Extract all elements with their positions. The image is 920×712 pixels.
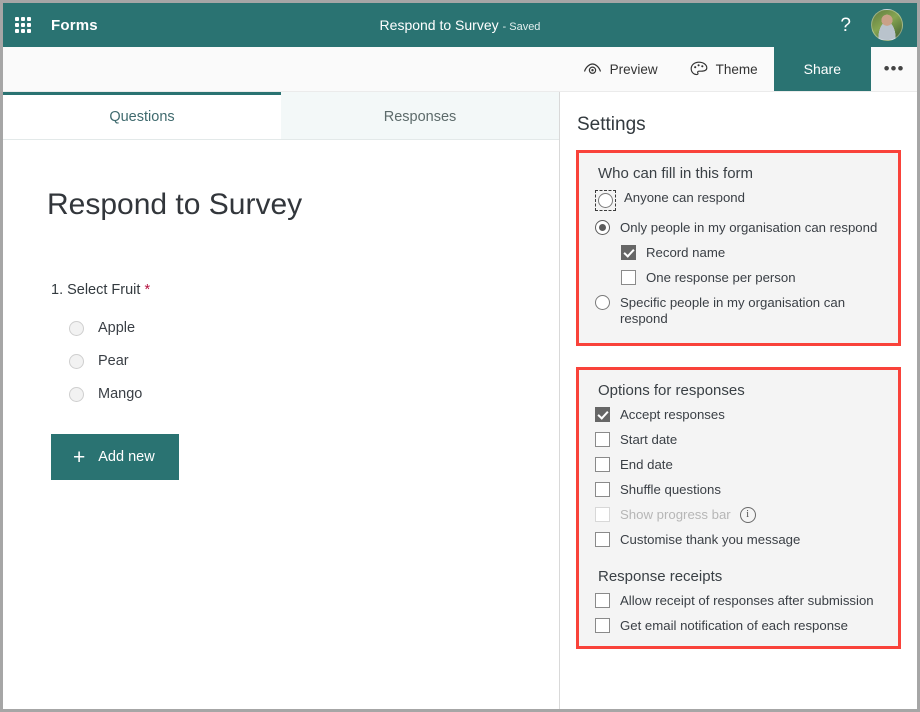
more-options-icon[interactable]: ••• — [871, 47, 917, 91]
palette-icon — [690, 61, 708, 77]
tab-responses-label: Responses — [383, 109, 457, 125]
option-accept-responses[interactable]: Accept responses — [595, 407, 882, 423]
eye-icon — [583, 62, 602, 76]
preview-button[interactable]: Preview — [567, 47, 674, 91]
editor-tabs: Questions Responses — [3, 92, 559, 140]
required-marker: * — [144, 282, 151, 298]
option-label: Only people in my organisation can respo… — [620, 220, 878, 235]
options-for-responses-heading: Options for responses — [598, 382, 745, 399]
help-icon[interactable]: ? — [834, 14, 857, 37]
option-specific-people[interactable]: Specific people in my organisation can r… — [595, 295, 882, 327]
choice-label: Mango — [98, 386, 143, 402]
settings-pane: Settings Who can fill in this form Anyon… — [560, 92, 917, 709]
radio-selected-icon — [595, 220, 610, 235]
focus-ring — [595, 190, 616, 211]
share-button[interactable]: Share — [773, 47, 871, 91]
option-label: Get email notification of each response — [620, 618, 848, 633]
form-canvas: Respond to Survey 1. Select Fruit * Appl… — [3, 140, 559, 480]
who-can-fill-heading: Who can fill in this form — [598, 165, 754, 182]
question-choices: Apple Pear Mango — [69, 320, 515, 402]
option-label: Shuffle questions — [620, 482, 721, 497]
radio-icon — [69, 320, 84, 336]
radio-icon — [69, 386, 84, 402]
option-one-response-per-person[interactable]: One response per person — [621, 270, 882, 286]
radio-unselected-icon — [595, 295, 610, 310]
avatar[interactable] — [871, 9, 903, 41]
form-editor-pane: Questions Responses Respond to Survey 1.… — [3, 92, 560, 709]
checkbox-unchecked-icon — [595, 593, 610, 608]
question-header: 1. Select Fruit * — [51, 282, 515, 298]
info-icon[interactable]: i — [739, 507, 756, 523]
checkbox-unchecked-icon — [595, 482, 610, 497]
radio-unselected-icon — [598, 193, 613, 208]
checkbox-unchecked-icon — [595, 432, 610, 447]
add-new-button[interactable]: + Add new — [51, 434, 179, 480]
response-receipts-heading: Response receipts — [598, 568, 723, 585]
checkbox-checked-icon — [595, 407, 610, 422]
preview-label: Preview — [609, 61, 658, 77]
theme-label: Theme — [715, 61, 758, 77]
option-label: One response per person — [646, 270, 796, 285]
option-start-date[interactable]: Start date — [595, 432, 882, 448]
options-for-responses-section: Options for responses Accept responses S… — [576, 367, 901, 649]
choice-label: Pear — [98, 353, 129, 369]
option-label: Record name — [646, 245, 726, 260]
plus-icon: + — [73, 445, 86, 469]
choice-option[interactable]: Apple — [69, 320, 515, 336]
option-label: Start date — [620, 432, 678, 447]
main-body: Questions Responses Respond to Survey 1.… — [3, 92, 917, 709]
option-get-email-notification[interactable]: Get email notification of each response — [595, 618, 882, 634]
option-anyone-can-respond[interactable]: Anyone can respond — [595, 190, 882, 211]
option-show-progress-bar: Show progress bar i — [595, 507, 882, 523]
saved-status: - Saved — [502, 21, 541, 33]
option-label: Accept responses — [620, 407, 725, 422]
add-new-label: Add new — [98, 449, 155, 465]
checkbox-unchecked-icon — [621, 270, 636, 285]
choice-label: Apple — [98, 320, 136, 336]
app-launcher-icon[interactable] — [15, 17, 31, 33]
titlebar-actions: ? — [834, 9, 903, 41]
option-label: End date — [620, 457, 673, 472]
checkbox-unchecked-icon — [595, 618, 610, 633]
tab-responses[interactable]: Responses — [281, 92, 559, 139]
document-title-text: Respond to Survey — [379, 17, 499, 33]
forms-app-window: Forms Respond to Survey - Saved ? Previe… — [0, 0, 920, 712]
checkbox-disabled-icon — [595, 507, 610, 522]
option-allow-receipt[interactable]: Allow receipt of responses after submiss… — [595, 593, 882, 609]
choice-option[interactable]: Pear — [69, 353, 515, 369]
question-text[interactable]: Select Fruit — [67, 282, 140, 298]
checkbox-checked-icon — [621, 245, 636, 260]
tab-questions-label: Questions — [109, 109, 175, 125]
who-can-fill-section: Who can fill in this form Anyone can res… — [576, 150, 901, 346]
app-brand-label[interactable]: Forms — [51, 17, 98, 34]
option-only-my-org[interactable]: Only people in my organisation can respo… — [595, 220, 882, 236]
command-bar: Preview Theme Share ••• — [3, 47, 917, 92]
option-label: Anyone can respond — [624, 190, 745, 205]
settings-title: Settings — [577, 114, 646, 135]
option-record-name[interactable]: Record name — [621, 245, 882, 261]
option-label: Specific people in my organisation can r… — [620, 295, 846, 326]
checkbox-unchecked-icon — [595, 457, 610, 472]
choice-option[interactable]: Mango — [69, 386, 515, 402]
option-label: Customise thank you message — [620, 532, 801, 547]
option-end-date[interactable]: End date — [595, 457, 882, 473]
option-shuffle-questions[interactable]: Shuffle questions — [595, 482, 882, 498]
tab-questions[interactable]: Questions — [3, 92, 281, 139]
option-label: Show progress bar — [620, 507, 731, 522]
option-label: Allow receipt of responses after submiss… — [620, 593, 874, 608]
question-number: 1. — [51, 282, 64, 298]
form-title[interactable]: Respond to Survey — [47, 188, 515, 222]
checkbox-unchecked-icon — [595, 532, 610, 547]
title-bar: Forms Respond to Survey - Saved ? — [3, 3, 917, 47]
theme-button[interactable]: Theme — [674, 47, 774, 91]
option-customise-thank-you[interactable]: Customise thank you message — [595, 532, 882, 548]
document-title: Respond to Survey - Saved — [3, 17, 917, 33]
radio-icon — [69, 353, 84, 369]
